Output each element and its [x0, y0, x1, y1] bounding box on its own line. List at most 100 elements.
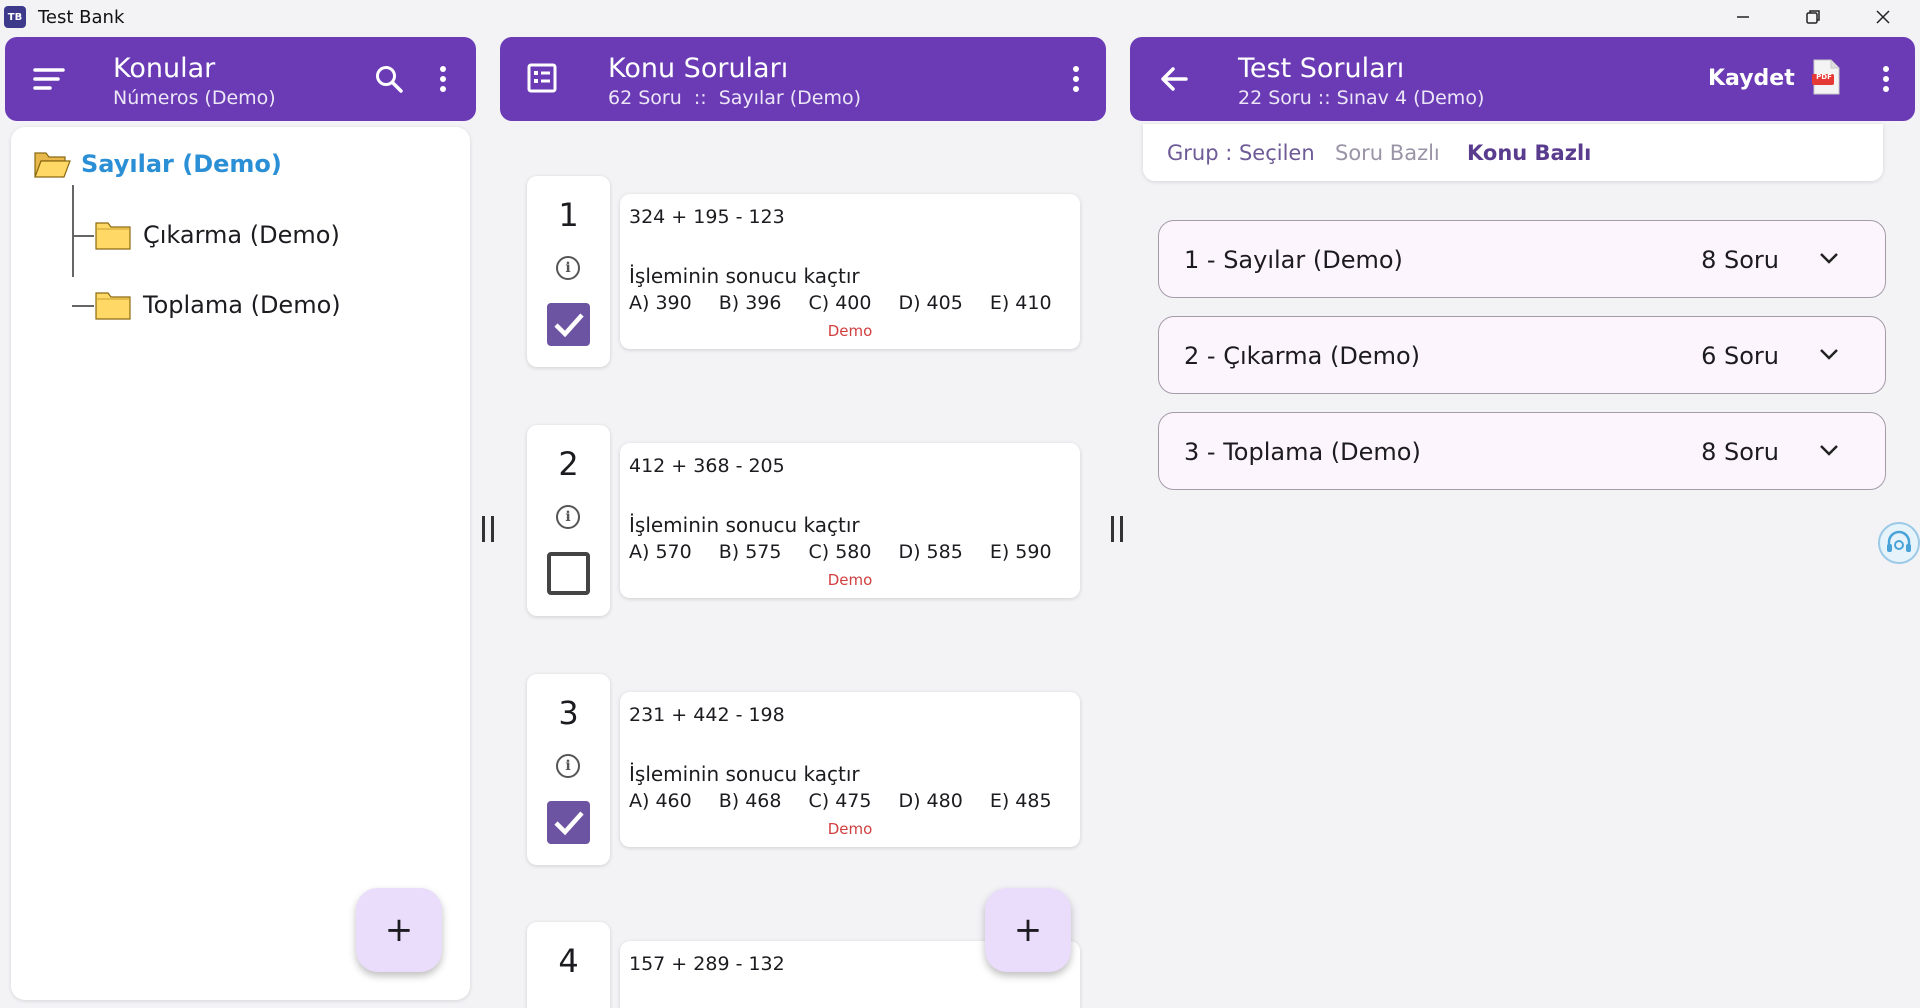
group-label: 3 - Toplama (Demo): [1184, 438, 1421, 466]
option-c: C) 475: [808, 790, 872, 812]
topic-group-item[interactable]: 2 - Çıkarma (Demo) 6 Soru: [1158, 316, 1886, 394]
info-icon[interactable]: i: [556, 505, 580, 529]
more-vert-icon: [440, 66, 446, 92]
list-view-button[interactable]: [526, 61, 558, 95]
tree-root-sayilar[interactable]: Sayılar (Demo): [33, 149, 282, 179]
topic-group-item[interactable]: 3 - Toplama (Demo) 8 Soru: [1158, 412, 1886, 490]
panel-subtitle: 62 Soru :: Sayılar (Demo): [608, 87, 861, 109]
question-text: İşleminin sonucu kaçtır: [629, 264, 860, 288]
tree-item-cikarma[interactable]: Çıkarma (Demo): [95, 220, 340, 250]
add-question-button[interactable]: +: [985, 888, 1071, 972]
question-number: 1: [558, 196, 579, 234]
question-number-card: 4: [527, 922, 610, 1008]
question-card[interactable]: 324 + 195 - 123 İşleminin sonucu kaçtır …: [620, 194, 1080, 349]
question-checkbox[interactable]: [547, 303, 590, 346]
topics-tree-panel: Sayılar (Demo) Çıkarma (Demo) Toplama (D…: [11, 127, 470, 1000]
panel-title: Test Soruları: [1238, 53, 1405, 84]
more-options-button[interactable]: [431, 61, 455, 97]
question-checkbox[interactable]: [547, 552, 590, 595]
question-expression: 231 + 442 - 198: [629, 704, 785, 726]
option-c: C) 580: [808, 541, 872, 563]
panel-subtitle: 22 Soru :: Sınav 4 (Demo): [1238, 87, 1485, 109]
check-icon: [554, 811, 584, 836]
search-icon: [376, 66, 403, 93]
window-title: Test Bank: [38, 6, 125, 28]
menu-button[interactable]: [29, 61, 69, 97]
pdf-label: PDF: [1816, 73, 1832, 81]
question-number-card: 3 i: [527, 674, 610, 865]
option-e: E) 590: [989, 541, 1052, 563]
question-number: 2: [558, 445, 579, 483]
arrow-back-icon: [1161, 67, 1188, 91]
panel-splitter-handle[interactable]: [482, 516, 494, 542]
option-b: B) 396: [718, 292, 782, 314]
menu-icon: [33, 68, 65, 90]
more-options-button[interactable]: [1874, 61, 1898, 97]
folder-icon: [95, 222, 131, 250]
question-card[interactable]: 412 + 368 - 205 İşleminin sonucu kaçtır …: [620, 443, 1080, 598]
assistant-bubble-button[interactable]: [1878, 522, 1920, 564]
question-number-card: 1 i: [527, 176, 610, 367]
question-card[interactable]: 231 + 442 - 198 İşleminin sonucu kaçtır …: [620, 692, 1080, 847]
group-count: 6 Soru: [1701, 342, 1779, 370]
question-checkbox[interactable]: [547, 801, 590, 844]
group-count: 8 Soru: [1701, 246, 1779, 274]
question-options: A) 570 B) 575 C) 580 D) 585 E) 590: [629, 541, 1079, 563]
question-number: 4: [558, 942, 579, 980]
more-vert-icon: [1073, 66, 1079, 92]
chevron-down-icon: [1820, 445, 1838, 456]
info-icon[interactable]: i: [556, 754, 580, 778]
tree-root-label: Sayılar (Demo): [81, 150, 282, 178]
demo-tag: Demo: [827, 571, 873, 589]
option-a: A) 570: [629, 541, 692, 563]
save-button[interactable]: Kaydet: [1708, 66, 1795, 91]
panel-title: Konu Soruları: [608, 53, 789, 84]
group-count: 8 Soru: [1701, 438, 1779, 466]
check-icon: [554, 313, 584, 338]
chevron-down-icon: [1820, 349, 1838, 360]
folder-open-icon: [34, 152, 71, 178]
option-b: B) 575: [718, 541, 782, 563]
add-topic-button[interactable]: +: [356, 888, 442, 972]
close-button[interactable]: [1848, 0, 1918, 34]
close-icon: [1876, 10, 1890, 24]
chevron-down-icon: [1820, 253, 1838, 264]
question-expression: 324 + 195 - 123: [629, 206, 785, 228]
info-icon[interactable]: i: [556, 256, 580, 280]
topic-group-item[interactable]: 1 - Sayılar (Demo) 8 Soru: [1158, 220, 1886, 298]
tree-connector: [72, 235, 94, 237]
topics-header: Konular Números (Demo): [5, 37, 476, 121]
option-d: D) 405: [898, 292, 963, 314]
title-bar: TB Test Bank: [0, 0, 1920, 34]
question-number-card: 2 i: [527, 425, 610, 616]
tree-item-toplama[interactable]: Toplama (Demo): [95, 290, 341, 320]
restore-icon: [1806, 10, 1820, 24]
question-number: 3: [558, 694, 579, 732]
grouping-tab-bar: Grup : Seçilen Soru Bazlı Konu Bazlı: [1143, 124, 1883, 181]
search-button[interactable]: [369, 61, 409, 97]
tree-connector: [72, 185, 74, 277]
list-alt-icon: [527, 63, 557, 93]
tab-grup-secilen[interactable]: Grup : Seçilen: [1167, 141, 1315, 165]
app-icon: TB: [4, 6, 26, 28]
demo-tag: Demo: [827, 820, 873, 838]
minimize-button[interactable]: [1708, 0, 1778, 34]
panel-title: Konular: [113, 53, 216, 84]
demo-tag: Demo: [827, 322, 873, 340]
option-d: D) 480: [898, 790, 963, 812]
more-options-button[interactable]: [1064, 61, 1088, 97]
question-expression: 412 + 368 - 205: [629, 455, 785, 477]
back-button[interactable]: [1156, 61, 1192, 97]
tab-soru-bazli[interactable]: Soru Bazlı: [1335, 141, 1440, 165]
option-a: A) 390: [629, 292, 692, 314]
maximize-button[interactable]: [1778, 0, 1848, 34]
export-pdf-button[interactable]: PDF: [1810, 57, 1842, 97]
panel-splitter-handle[interactable]: [1111, 516, 1123, 542]
group-label: 2 - Çıkarma (Demo): [1184, 342, 1420, 370]
question-expression: 157 + 289 - 132: [629, 953, 785, 975]
panel-subtitle: Números (Demo): [113, 87, 276, 109]
folder-icon: [95, 292, 131, 320]
topic-questions-header: Konu Soruları 62 Soru :: Sayılar (Demo): [500, 37, 1106, 121]
tree-connector: [72, 305, 94, 307]
tab-konu-bazli[interactable]: Konu Bazlı: [1467, 141, 1591, 165]
